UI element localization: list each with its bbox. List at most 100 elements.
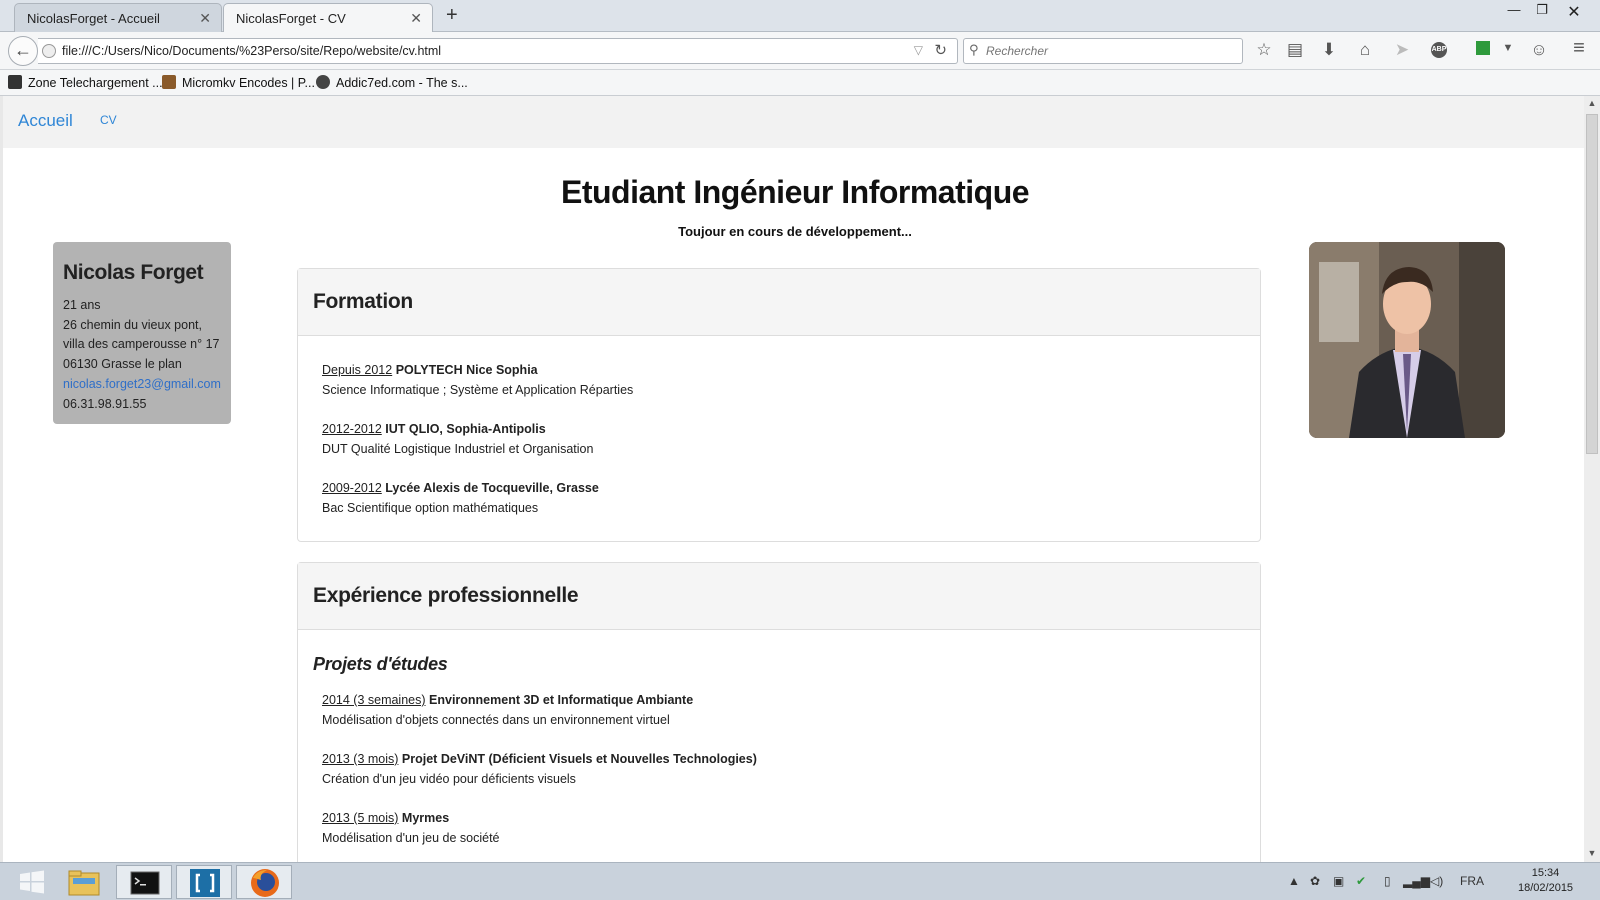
experience-subheading: Projets d'études [313, 654, 448, 674]
formation-entry: 2009-2012 Lycée Alexis de Tocqueville, G… [322, 479, 1260, 518]
entry-title: POLYTECH Nice Sophia [395, 363, 538, 377]
restore-icon[interactable]: ❐ [1528, 2, 1556, 18]
chat-icon[interactable]: ☺ [1528, 40, 1550, 60]
entry-date: 2013 (3 mois) [322, 752, 399, 766]
adblock-icon[interactable]: ABP [1428, 42, 1450, 58]
addic7ed-icon [316, 75, 330, 89]
profile-address-line: 26 chemin du vieux pont, [63, 317, 202, 332]
entry-description: Modélisation d'objets connectés dans un … [322, 712, 670, 727]
entry-description: Création d'un jeu vidéo pour déficients … [322, 771, 576, 786]
hamburger-menu-icon[interactable]: ≡ [1568, 37, 1590, 60]
page-viewport: Accueil CV Etudiant Ingénieur Informatiq… [0, 96, 1584, 862]
site-info-icon[interactable] [42, 44, 56, 58]
experience-heading: Expérience professionnelle [298, 563, 1260, 630]
entry-description: Modélisation d'un jeu de société [322, 830, 500, 845]
url-bar[interactable]: file:///C:/Users/Nico/Documents/%23Perso… [38, 38, 958, 64]
experience-entry: 2013 (5 mois) Myrmes Modélisation d'un j… [322, 809, 1260, 848]
extension-icon[interactable] [1472, 40, 1494, 60]
entry-description: DUT Qualité Logistique Industriel et Org… [322, 441, 594, 456]
profile-name: Nicolas Forget [63, 261, 204, 284]
profile-email-link[interactable]: nicolas.forget23@gmail.com [63, 375, 221, 395]
entry-date: Depuis 2012 [322, 363, 393, 377]
home-icon[interactable]: ⌂ [1354, 40, 1376, 60]
system-clock[interactable]: 15:34 18/02/2015 [1518, 866, 1573, 896]
close-tab-icon[interactable]: ✕ [199, 10, 211, 27]
person-photo-illustration [1309, 242, 1505, 438]
tray-security-icon[interactable]: ✔ [1356, 874, 1366, 888]
file-explorer-button[interactable] [56, 865, 112, 899]
search-bar[interactable]: ⚲ [963, 38, 1243, 64]
tab-label: NicolasForget - Accueil [27, 11, 160, 26]
terminal-button[interactable] [116, 865, 172, 899]
bookmark-micromkv[interactable]: Micromkv Encodes | P... [162, 75, 315, 90]
profile-address-line: villa des camperousse n° 17 [63, 337, 220, 352]
new-tab-icon[interactable]: + [446, 4, 458, 27]
profile-photo [1309, 242, 1505, 438]
page-scrollbar[interactable]: ▲ ▼ [1584, 96, 1600, 862]
formation-heading: Formation [298, 269, 1260, 336]
entry-date: 2013 (5 mois) [322, 811, 399, 825]
windows-logo-icon [20, 870, 44, 894]
scrollbar-thumb[interactable] [1586, 114, 1598, 454]
tab-label: NicolasForget - CV [236, 11, 346, 26]
entry-title: Myrmes [401, 811, 450, 825]
site-navbar: Accueil CV [3, 96, 1584, 148]
brackets-icon [190, 869, 220, 897]
tab-accueil[interactable]: NicolasForget - Accueil ✕ [14, 3, 222, 32]
nav-home-link[interactable]: Accueil [18, 111, 73, 131]
entry-title: Projet DeViNT (Déficient Visuels et Nouv… [401, 752, 757, 766]
page-subtitle: Toujour en cours de développement... [678, 224, 912, 239]
bookmark-zone-telechargement[interactable]: Zone Telechargement ... [8, 75, 163, 90]
menu-dropdown-icon[interactable]: ▼ [1497, 42, 1519, 54]
scroll-down-icon[interactable]: ▼ [1584, 848, 1600, 858]
profile-phone: 06.31.98.91.55 [63, 396, 147, 411]
scroll-up-icon[interactable]: ▲ [1584, 98, 1600, 108]
formation-panel: Formation Depuis 2012 POLYTECH Nice Soph… [297, 268, 1261, 542]
bookmark-addic7ed[interactable]: Addic7ed.com - The s... [316, 75, 468, 90]
clock-time: 15:34 [1531, 867, 1560, 879]
experience-entry: 2014 (3 semaines) Environnement 3D et In… [322, 691, 1260, 730]
firefox-button[interactable] [236, 865, 292, 899]
terminal-icon [130, 871, 160, 895]
download-icon[interactable]: ⬇ [1318, 40, 1340, 60]
profile-card: Nicolas Forget 21 ans 26 chemin du vieux… [53, 242, 231, 424]
url-text[interactable]: file:///C:/Users/Nico/Documents/%23Perso… [62, 44, 441, 58]
language-indicator[interactable]: FRA [1460, 874, 1484, 888]
bookmarks-toolbar: Zone Telechargement ... Micromkv Encodes… [0, 70, 1600, 96]
close-tab-icon[interactable]: ✕ [410, 10, 422, 27]
window-close-icon[interactable]: ✕ [1560, 2, 1588, 22]
send-icon[interactable]: ➤ [1391, 40, 1413, 60]
search-icon: ⚲ [969, 42, 979, 57]
entry-description: Bac Scientifique option mathématiques [322, 500, 539, 515]
history-dropdown-icon[interactable]: ▽ [914, 43, 923, 57]
minimize-icon[interactable]: — [1500, 2, 1528, 17]
bookmark-star-icon[interactable]: ☆ [1253, 40, 1275, 60]
navigation-toolbar: ← file:///C:/Users/Nico/Documents/%23Per… [0, 32, 1600, 70]
volume-icon[interactable]: ◁) [1430, 874, 1443, 888]
tab-cv[interactable]: NicolasForget - CV ✕ [223, 3, 433, 33]
entry-date: 2009-2012 [322, 481, 382, 495]
windows-taskbar: ▲ ✿ ▣ ✔ ▯ ▂▄▆ ◁) FRA 15:34 18/02/2015 [0, 862, 1600, 900]
page-title: Etudiant Ingénieur Informatique [560, 174, 1030, 210]
profile-address-line: 06130 Grasse le plan [63, 357, 182, 372]
zt-icon [8, 75, 22, 89]
tray-expand-icon[interactable]: ▲ [1288, 874, 1300, 888]
entry-date: 2014 (3 semaines) [322, 693, 426, 707]
browser-tab-bar: NicolasForget - Accueil ✕ NicolasForget … [0, 0, 1600, 33]
back-arrow-icon[interactable]: ← [8, 36, 38, 66]
entry-title: IUT QLIO, Sophia-Antipolis [385, 422, 546, 436]
entry-description: Science Informatique ; Système et Applic… [322, 382, 634, 397]
tray-display-icon[interactable]: ▣ [1333, 874, 1344, 888]
brackets-editor-button[interactable] [176, 865, 232, 899]
reading-list-icon[interactable]: ▤ [1284, 40, 1306, 60]
reload-icon[interactable]: ↻ [934, 41, 947, 59]
signal-icon[interactable]: ▂▄▆ [1403, 874, 1430, 888]
tray-network-app-icon[interactable]: ✿ [1310, 874, 1320, 888]
nav-cv-link[interactable]: CV [100, 113, 117, 127]
battery-icon[interactable]: ▯ [1384, 874, 1391, 888]
search-input[interactable] [986, 42, 1236, 60]
formation-entry: 2012-2012 IUT QLIO, Sophia-Antipolis DUT… [322, 420, 1260, 459]
start-button[interactable] [4, 865, 60, 899]
entry-title: Lycée Alexis de Tocqueville, Grasse [385, 481, 599, 495]
micromkv-icon [162, 75, 176, 89]
